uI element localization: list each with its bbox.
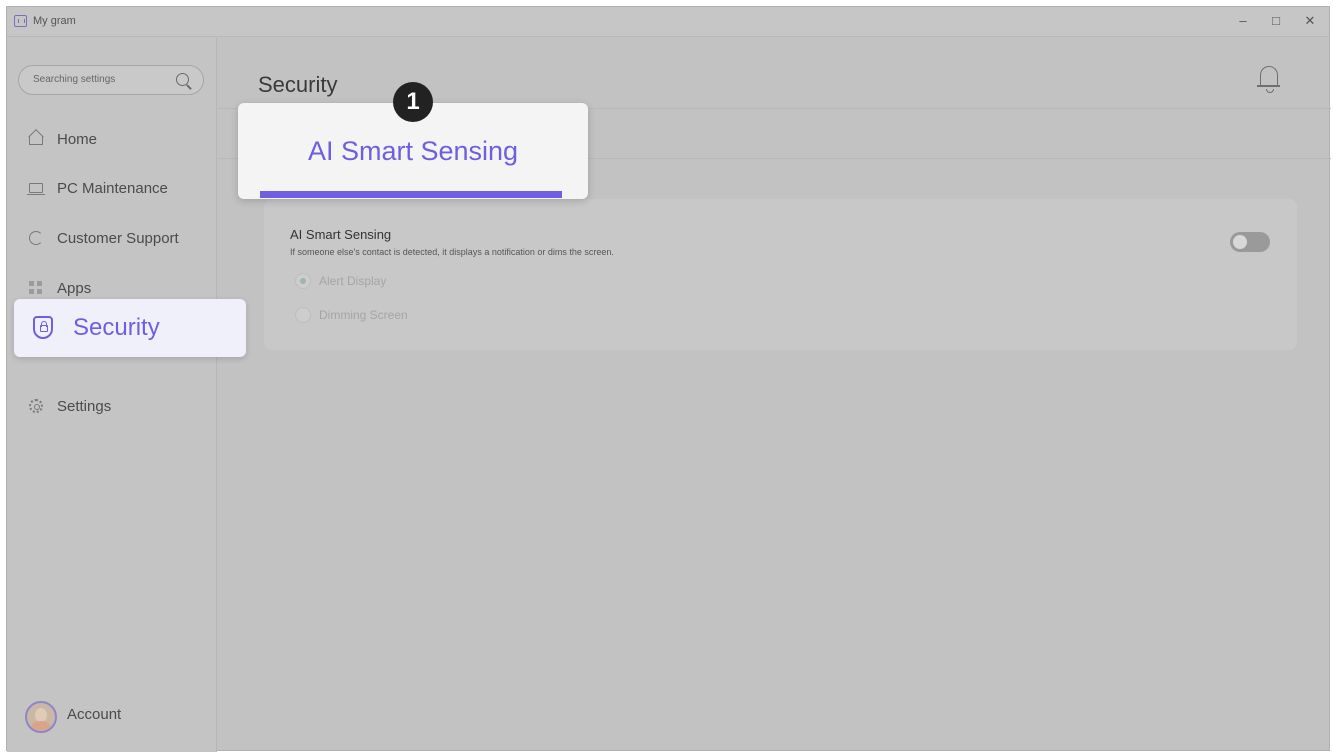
alert-display-label[interactable]: Alert Display	[319, 274, 386, 288]
sidebar-item-label: PC Maintenance	[57, 180, 168, 197]
toggle-knob	[1233, 235, 1247, 249]
sidebar-item-settings[interactable]: Settings	[15, 388, 210, 424]
apps-grid-icon	[29, 281, 42, 294]
sidebar-item-label: Apps	[57, 280, 92, 297]
sidebar-item-home[interactable]: Home	[15, 121, 210, 157]
title-bar[interactable]: My gram – □ ✕	[7, 7, 1329, 37]
sidebar-item-label: Settings	[57, 398, 112, 415]
laptop-icon	[27, 183, 45, 196]
ai-smart-sensing-card: AI Smart Sensing If someone else's conta…	[264, 199, 1297, 350]
sidebar-item-pc-maintenance[interactable]: PC Maintenance	[15, 170, 210, 206]
search-placeholder: Searching settings	[33, 74, 116, 85]
sidebar-item-label: Home	[57, 131, 98, 148]
sidebar: Searching settings Home PC Maintenance C…	[7, 38, 217, 752]
shield-lock-icon	[33, 316, 53, 339]
dimming-screen-label[interactable]: Dimming Screen	[319, 308, 408, 322]
tab-label: AI Smart Sensing	[307, 136, 519, 166]
maximize-button[interactable]: □	[1265, 10, 1287, 32]
headset-icon	[29, 231, 43, 245]
search-input[interactable]: Searching settings	[18, 65, 204, 95]
close-button[interactable]: ✕	[1299, 10, 1321, 32]
sidebar-item-label: Security	[73, 314, 160, 341]
alert-display-radio[interactable]	[295, 273, 311, 289]
ai-smart-sensing-toggle[interactable]	[1230, 232, 1270, 252]
step-number-badge: 1	[393, 82, 433, 122]
account-label[interactable]: Account	[67, 706, 121, 723]
app-logo-icon	[14, 15, 27, 27]
card-title: AI Smart Sensing	[290, 227, 392, 242]
page-title: Security	[258, 72, 338, 97]
sidebar-item-customer-support[interactable]: Customer Support	[15, 220, 210, 256]
search-icon[interactable]	[176, 73, 189, 86]
card-description: If someone else's contact is detected, i…	[290, 247, 614, 257]
sidebar-item-label: Customer Support	[57, 230, 179, 247]
gear-icon	[29, 399, 43, 413]
sidebar-item-security[interactable]: Security	[14, 299, 246, 357]
app-window: My gram – □ ✕ Searching settings Home PC…	[6, 6, 1331, 752]
tab-active-indicator	[260, 191, 562, 198]
bell-icon[interactable]	[1257, 66, 1280, 93]
minimize-button[interactable]: –	[1232, 10, 1254, 32]
avatar[interactable]	[25, 701, 57, 733]
home-icon	[29, 136, 43, 145]
window-title: My gram	[33, 15, 76, 27]
dimming-screen-radio[interactable]	[295, 307, 311, 323]
